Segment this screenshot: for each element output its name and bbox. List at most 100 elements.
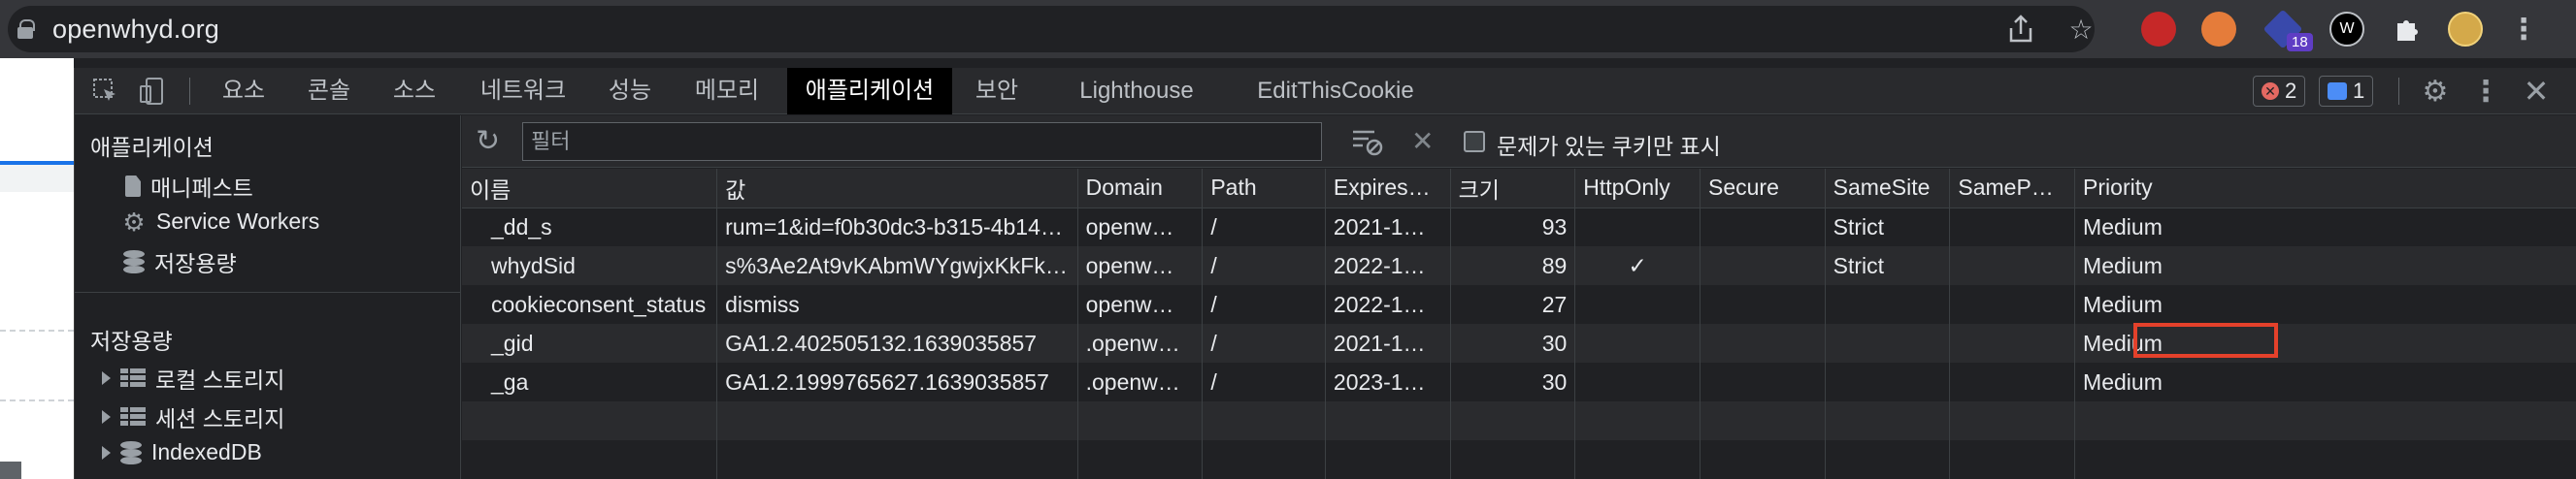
table-cell bbox=[1574, 440, 1701, 479]
address-bar[interactable]: openwhyd.org bbox=[8, 6, 2095, 52]
table-cell bbox=[1825, 401, 1951, 440]
table-cell: 30 bbox=[1450, 324, 1576, 363]
column-header[interactable]: 값 bbox=[716, 169, 1078, 208]
table-cell: 2022-1… bbox=[1325, 285, 1451, 324]
table-cell: _ga bbox=[462, 363, 718, 401]
page-divider bbox=[0, 399, 74, 401]
share-icon[interactable] bbox=[2003, 12, 2038, 47]
table-cell: s%3Ae2At9vKAbmWYgwjxKkFkeorKln8V9CO0.bZ7… bbox=[716, 246, 1078, 285]
extensions-puzzle-icon[interactable] bbox=[2390, 12, 2425, 47]
bookmark-star-icon[interactable]: ☆ bbox=[2064, 12, 2098, 47]
table-cell: Medium bbox=[2074, 285, 2576, 324]
database-icon bbox=[123, 250, 145, 273]
clear-cookies-icon[interactable] bbox=[1351, 127, 1384, 156]
expand-arrow-icon[interactable] bbox=[102, 410, 111, 424]
table-row[interactable]: cookieconsent_status dismiss openw…/2022-1… bbox=[462, 285, 2576, 324]
table-cell bbox=[1700, 285, 1826, 324]
column-header[interactable]: Expires… bbox=[1325, 169, 1451, 208]
column-header[interactable]: Secure bbox=[1700, 169, 1826, 208]
browser-menu-icon[interactable]: ⋮ bbox=[2506, 12, 2541, 47]
filter-input[interactable] bbox=[522, 122, 1322, 161]
extension-cookie-icon[interactable] bbox=[2201, 12, 2236, 47]
tab-network[interactable]: 네트워크 bbox=[465, 68, 581, 114]
table-cell: .openw… bbox=[1077, 324, 1204, 363]
page-block bbox=[0, 462, 21, 479]
table-cell bbox=[2074, 440, 2576, 479]
table-row[interactable]: whydSids%3Ae2At9vKAbmWYgwjxKkFkeorKln8V9… bbox=[462, 246, 2576, 285]
tab-performance[interactable]: 성능 bbox=[591, 68, 669, 114]
application-sidebar: 애플리케이션 매니페스트 ⚙ Service Workers 저장용량 저장용량… bbox=[75, 115, 461, 479]
browser-toolbar: openwhyd.org ☆ 18 W ⋮ bbox=[0, 0, 2576, 58]
table-row[interactable]: _dd_srum=1&id=f0b30dc3-b315-4b14-a400-c0… bbox=[462, 208, 2576, 246]
tab-console[interactable]: 콘솔 bbox=[290, 68, 368, 114]
table-cell: 2021-1… bbox=[1325, 208, 1451, 246]
url-text[interactable]: openwhyd.org bbox=[52, 15, 219, 45]
expand-arrow-icon[interactable] bbox=[102, 371, 111, 385]
table-icon bbox=[120, 407, 146, 427]
tab-sources[interactable]: 소스 bbox=[376, 68, 453, 114]
column-header[interactable]: Domain bbox=[1077, 169, 1204, 208]
sidebar-item-session-storage[interactable]: 세션 스토리지 bbox=[102, 400, 284, 433]
table-cell bbox=[1450, 401, 1576, 440]
tab-security[interactable]: 보안 bbox=[958, 68, 1036, 114]
column-header[interactable]: HttpOnly bbox=[1574, 169, 1701, 208]
extension-red-icon[interactable] bbox=[2141, 12, 2176, 47]
table-cell: Medium bbox=[2074, 208, 2576, 246]
only-issues-checkbox[interactable] bbox=[1464, 131, 1485, 152]
lock-icon[interactable] bbox=[17, 19, 35, 39]
column-header[interactable]: Priority bbox=[2074, 169, 2576, 208]
page-content bbox=[0, 58, 74, 479]
extension-w-icon[interactable]: W bbox=[2329, 12, 2364, 47]
page-gray-band bbox=[0, 165, 74, 192]
column-header[interactable]: 이름 bbox=[462, 169, 718, 208]
table-row[interactable]: _ga GA1.2.1999765627.1639035857 .openw…/20… bbox=[462, 363, 2576, 401]
table-cell: 89 bbox=[1450, 246, 1576, 285]
table-cell: / bbox=[1202, 246, 1326, 285]
sidebar-item-label: 로컬 스토리지 bbox=[155, 367, 285, 393]
close-devtools-icon[interactable]: ✕ bbox=[2519, 74, 2554, 109]
error-count-badge[interactable]: ✕ 2 bbox=[2253, 76, 2306, 107]
table-cell: GA1.2.402505132.1639035857 bbox=[716, 324, 1078, 363]
table-cell bbox=[1077, 401, 1204, 440]
column-header[interactable]: 크기 bbox=[1450, 169, 1576, 208]
message-count-badge[interactable]: 1 bbox=[2319, 76, 2374, 107]
devtools-toolbar: 요소 콘솔 소스 네트워크 성능 메모리 애플리케이션 보안 Lighthous… bbox=[75, 68, 2576, 114]
table-cell bbox=[1700, 401, 1826, 440]
delete-selected-icon[interactable]: ✕ bbox=[1411, 125, 1434, 157]
column-header[interactable]: Path bbox=[1202, 169, 1326, 208]
sidebar-item-indexeddb[interactable]: IndexedDB bbox=[102, 439, 262, 465]
table-cell bbox=[1325, 401, 1451, 440]
expand-arrow-icon[interactable] bbox=[102, 445, 111, 460]
devtools-menu-icon[interactable]: ⋮ bbox=[2468, 74, 2503, 109]
column-header[interactable]: SameP… bbox=[1949, 169, 2076, 208]
refresh-icon[interactable]: ↻ bbox=[476, 127, 505, 156]
profile-avatar[interactable] bbox=[2448, 12, 2483, 47]
table-cell: Medium bbox=[2074, 324, 2576, 363]
tab-application[interactable]: 애플리케이션 bbox=[787, 68, 952, 114]
tab-lighthouse[interactable]: Lighthouse bbox=[1065, 68, 1208, 114]
sidebar-item-local-storage[interactable]: 로컬 스토리지 bbox=[102, 362, 284, 395]
inspect-element-icon[interactable] bbox=[88, 74, 123, 109]
sidebar-item-storage[interactable]: 저장용량 bbox=[123, 245, 237, 278]
table-cell bbox=[1700, 324, 1826, 363]
tab-elements[interactable]: 요소 bbox=[205, 68, 282, 114]
table-row[interactable]: _gid GA1.2.402505132.1639035857 .openw…/20… bbox=[462, 324, 2576, 363]
tab-editthiscookie[interactable]: EditThisCookie bbox=[1228, 68, 1443, 114]
table-cell: 93 bbox=[1450, 208, 1576, 246]
table-cell bbox=[1949, 440, 2076, 479]
table-cell: / bbox=[1202, 208, 1326, 246]
tab-memory[interactable]: 메모리 bbox=[677, 68, 777, 114]
table-cell: / bbox=[1202, 324, 1326, 363]
sidebar-item-manifest[interactable]: 매니페스트 bbox=[125, 170, 253, 203]
table-cell bbox=[1825, 285, 1951, 324]
error-icon: ✕ bbox=[2262, 82, 2279, 100]
extension-badge: 18 bbox=[2287, 33, 2313, 51]
table-row-empty bbox=[462, 401, 2576, 440]
table-cell bbox=[1574, 363, 1701, 401]
settings-gear-icon[interactable]: ⚙ bbox=[2418, 74, 2453, 109]
table-cell bbox=[462, 401, 718, 440]
toolbar-separator bbox=[189, 78, 190, 105]
sidebar-item-service-workers[interactable]: ⚙ Service Workers bbox=[121, 208, 319, 235]
column-header[interactable]: SameSite bbox=[1825, 169, 1951, 208]
device-toolbar-icon[interactable] bbox=[135, 74, 170, 109]
